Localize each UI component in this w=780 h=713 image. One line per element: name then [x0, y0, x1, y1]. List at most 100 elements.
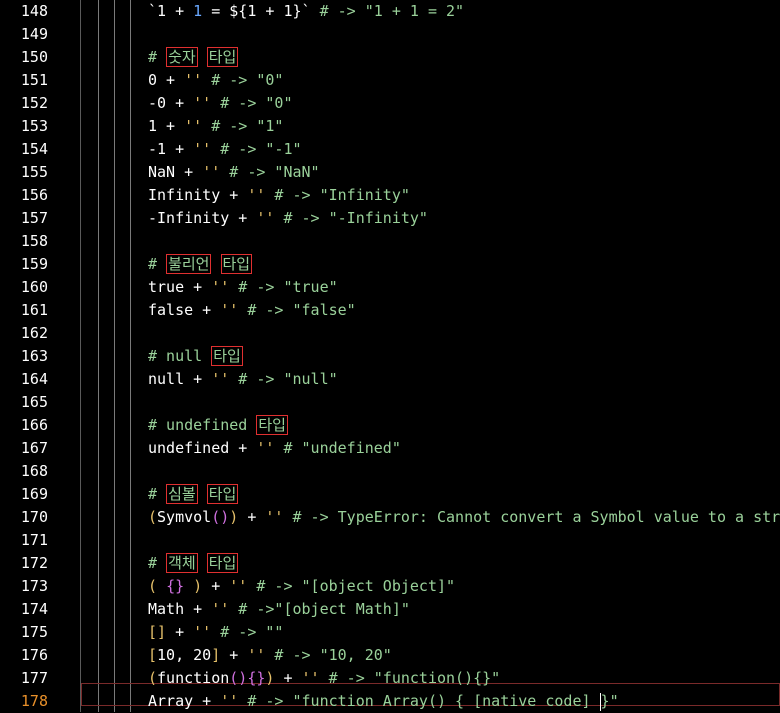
- code-line[interactable]: # 불리언 타입: [148, 253, 253, 276]
- indent-guide: [98, 0, 99, 712]
- code-line[interactable]: (Symvol()) + '' # -> TypeError: Cannot c…: [148, 506, 780, 529]
- code-token: '': [301, 669, 320, 687]
- code-token: Math +: [148, 600, 212, 618]
- code-token: (: [148, 669, 158, 687]
- misspell-highlight-token: 숫자: [166, 47, 198, 67]
- code-token: # -> "1": [202, 117, 284, 135]
- code-token: # -> "0": [211, 94, 293, 112]
- code-line[interactable]: -Infinity + '' # -> "-Infinity": [148, 207, 428, 230]
- code-line[interactable]: `1 + 1 = ${1 + 1}` # -> "1 + 1 = 2": [148, 0, 464, 23]
- code-token: '': [220, 301, 239, 319]
- code-line[interactable]: # 숫자 타입: [148, 46, 239, 69]
- line-number: 176: [20, 646, 48, 664]
- code-token: +: [220, 646, 248, 664]
- line-number: 178: [20, 692, 48, 710]
- code-token: ): [229, 508, 239, 526]
- code-token: (: [148, 577, 167, 595]
- code-token: '': [184, 71, 203, 89]
- line-number: 157: [20, 209, 48, 227]
- code-token: +: [202, 577, 230, 595]
- code-token: (): [229, 669, 248, 687]
- code-token: Symvol: [157, 508, 212, 526]
- line-number: 166: [20, 416, 48, 434]
- code-token: +: [238, 508, 266, 526]
- code-token: # -> "-1": [211, 140, 302, 158]
- code-line[interactable]: null + '' # -> "null": [148, 368, 338, 391]
- misspell-highlight-token: 타입: [206, 553, 239, 573]
- code-line[interactable]: 0 + '' # -> "0": [148, 69, 283, 92]
- code-line[interactable]: [] + '' # -> "": [148, 621, 283, 644]
- code-line[interactable]: Array + '' # -> "function Array() { [nat…: [148, 690, 619, 713]
- line-number: 167: [20, 439, 48, 457]
- code-token: -1 +: [148, 140, 194, 158]
- code-line[interactable]: (function(){}) + '' # -> "function(){}": [148, 667, 500, 690]
- line-number: 152: [20, 94, 48, 112]
- code-line[interactable]: ( {} ) + '' # -> "[object Object]": [148, 575, 455, 598]
- code-editor[interactable]: 148 `1 + 1 = ${1 + 1}` # -> "1 + 1 = 2" 14…: [0, 0, 780, 712]
- code-token: (: [211, 508, 221, 526]
- gutter-divider: [80, 0, 81, 712]
- line-number: 158: [20, 232, 48, 250]
- code-token: # -> "Infinity": [265, 186, 410, 204]
- line-number: 153: [20, 117, 48, 135]
- code-token: # -> "NaN": [220, 163, 320, 181]
- code-token: # -> "[object Object]": [247, 577, 456, 595]
- misspell-highlight-token: 객체: [166, 553, 198, 573]
- code-line[interactable]: true + '' # -> "true": [148, 276, 338, 299]
- line-number: 163: [20, 347, 48, 365]
- code-token: # -> "true": [229, 278, 338, 296]
- code-token: '': [184, 117, 203, 135]
- code-token: +: [166, 623, 194, 641]
- code-line[interactable]: Math + '' # ->"[object Math]": [148, 598, 410, 621]
- code-token: '': [211, 600, 230, 618]
- code-token: '': [256, 439, 275, 457]
- misspell-highlight-token: 불리언: [166, 254, 212, 274]
- misspell-highlight-token: 타입: [211, 346, 243, 366]
- code-line[interactable]: # 심볼 타입: [148, 483, 239, 506]
- code-line[interactable]: # 객체 타입: [148, 552, 239, 575]
- code-token: # "undefined": [274, 439, 401, 457]
- code-token: true +: [148, 278, 212, 296]
- code-line[interactable]: [10, 20] + '' # -> "10, 20": [148, 644, 392, 667]
- line-number: 148: [20, 2, 48, 20]
- line-number: 164: [20, 370, 48, 388]
- line-number: 165: [20, 393, 48, 411]
- misspell-highlight-token: 타입: [220, 254, 253, 274]
- code-line[interactable]: Infinity + '' # -> "Infinity": [148, 184, 410, 207]
- line-number: 172: [20, 554, 48, 572]
- line-number: 151: [20, 71, 48, 89]
- code-line[interactable]: -1 + '' # -> "-1": [148, 138, 302, 161]
- code-token: # -> "0": [202, 71, 284, 89]
- code-line[interactable]: 1 + '' # -> "1": [148, 115, 283, 138]
- code-token: #: [148, 48, 167, 66]
- misspell-highlight-token: 타입: [206, 484, 239, 504]
- code-token: '': [220, 692, 239, 710]
- line-number: 155: [20, 163, 48, 181]
- line-number: 156: [20, 186, 48, 204]
- indent-guide: [114, 0, 115, 712]
- line-number: 170: [20, 508, 48, 526]
- code-token: # -> "10, 20": [265, 646, 392, 664]
- code-token: # -> "false": [238, 301, 356, 319]
- line-number: 150: [20, 48, 48, 66]
- line-number: 154: [20, 140, 48, 158]
- code-token: -Infinity +: [148, 209, 257, 227]
- code-token: `1 +: [148, 2, 194, 20]
- code-token: Array +: [148, 692, 221, 710]
- code-line[interactable]: # null 타입: [148, 345, 243, 368]
- code-line[interactable]: # undefined 타입: [148, 414, 288, 437]
- code-token: '': [256, 209, 275, 227]
- line-number: 173: [20, 577, 48, 595]
- code-token: '': [247, 186, 266, 204]
- code-line[interactable]: -0 + '' # -> "0": [148, 92, 293, 115]
- code-token: '': [265, 508, 284, 526]
- line-number: 149: [20, 25, 48, 43]
- code-line[interactable]: undefined + '' # "undefined": [148, 437, 401, 460]
- code-line[interactable]: NaN + '' # -> "NaN": [148, 161, 320, 184]
- code-line[interactable]: false + '' # -> "false": [148, 299, 356, 322]
- code-token: #: [148, 485, 167, 503]
- code-token: []: [148, 623, 167, 641]
- code-token: # -> "": [211, 623, 284, 641]
